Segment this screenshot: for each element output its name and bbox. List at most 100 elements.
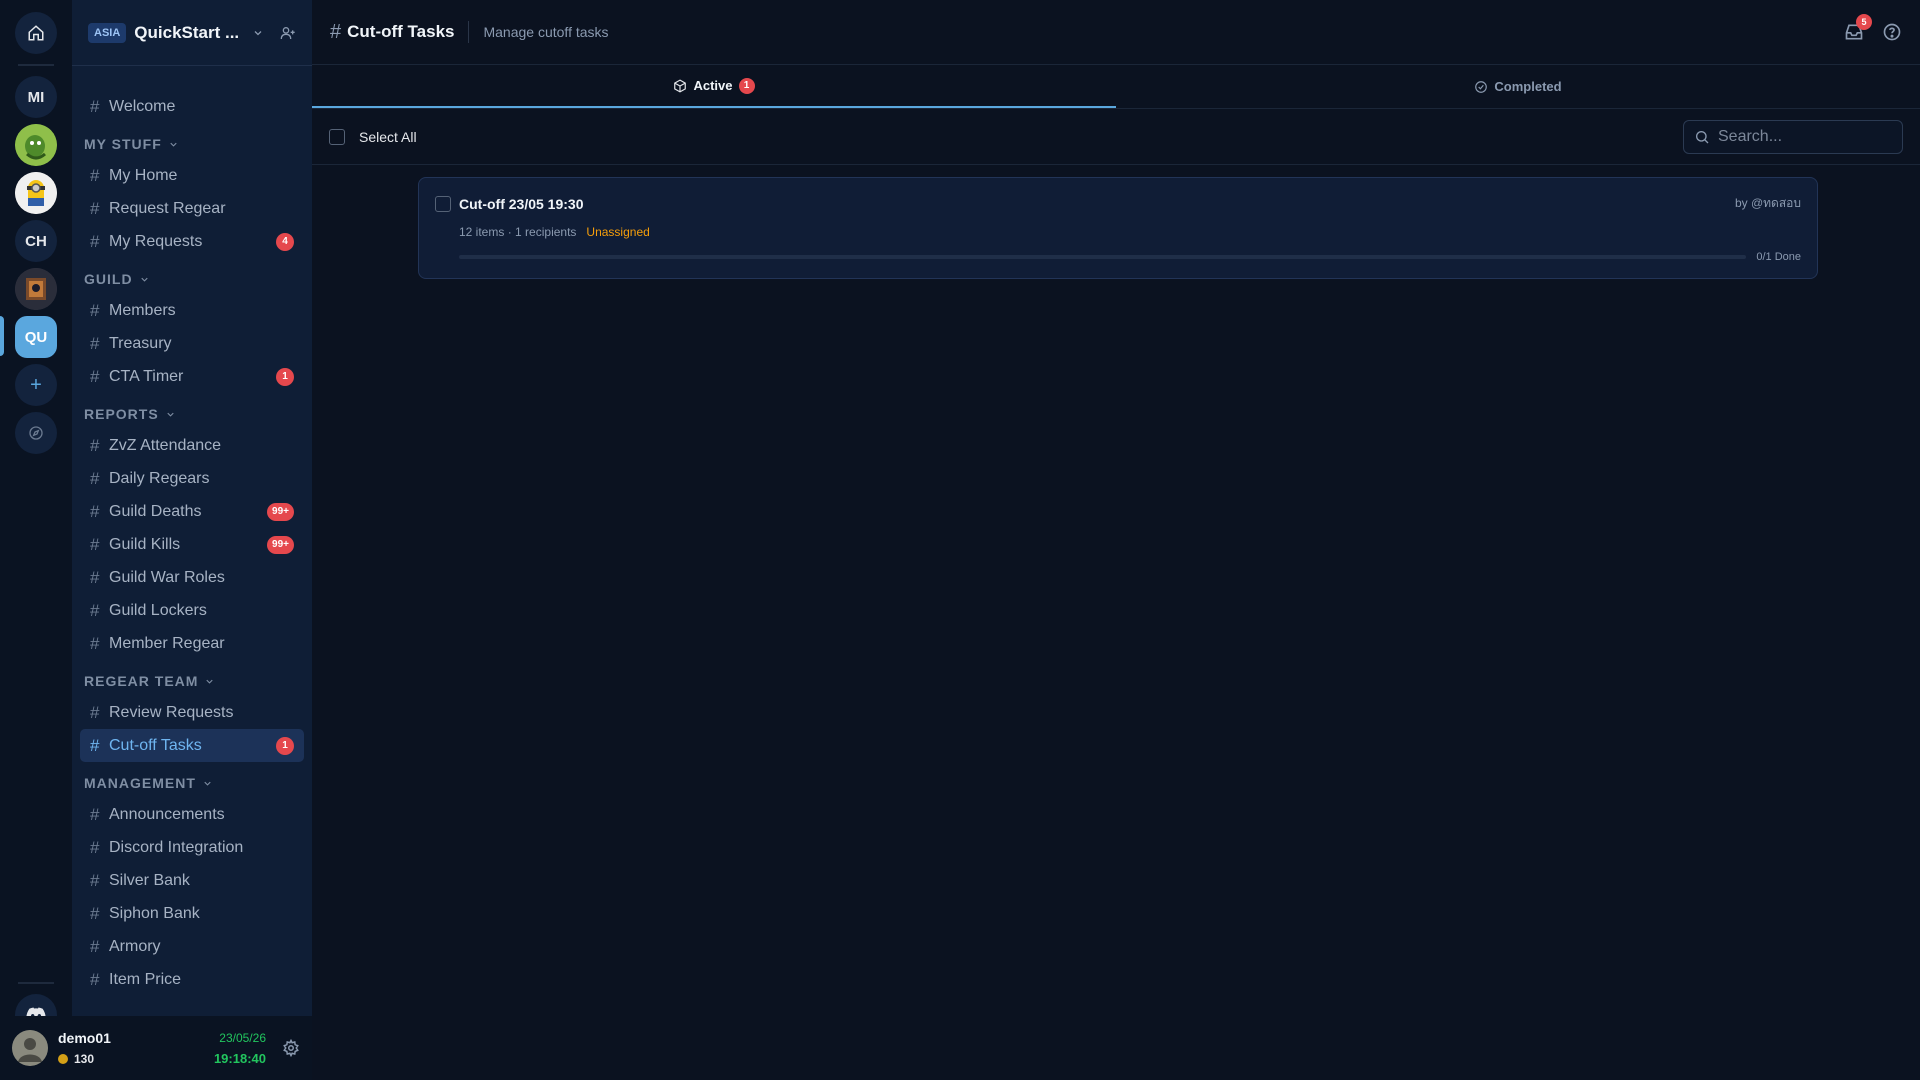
page-title: Cut-off Tasks: [347, 22, 455, 41]
channel-item[interactable]: # My Home: [80, 159, 304, 192]
select-all-label[interactable]: Select All: [359, 129, 417, 145]
channel-label: Welcome: [109, 97, 176, 115]
server-avatar-minion[interactable]: [15, 172, 57, 214]
channel-item[interactable]: # ZvZ Attendance: [80, 429, 304, 462]
hash-icon: #: [90, 633, 100, 653]
channel-welcome[interactable]: # Welcome: [80, 90, 304, 123]
clock-time: 19:18:40: [213, 1050, 266, 1066]
server-clock: 23/05/26 19:18:40: [214, 1031, 266, 1066]
guild-name: QuickStart ...: [134, 22, 240, 42]
channel-item[interactable]: # Siphon Bank: [80, 897, 304, 930]
select-all-checkbox[interactable]: [329, 128, 345, 145]
section-header[interactable]: REGEAR TEAM: [80, 666, 304, 696]
channel-label: Announcements: [109, 805, 225, 823]
chevron-down-icon[interactable]: [252, 27, 264, 39]
tab-completed-label: Completed: [1494, 79, 1562, 94]
channel-item[interactable]: # CTA Timer 1: [80, 360, 304, 393]
channel-item[interactable]: # Members: [80, 294, 304, 327]
rail-divider: [18, 64, 54, 66]
rail-active-indicator: [0, 316, 4, 356]
inbox-button[interactable]: 5: [1844, 14, 1872, 42]
channel-item[interactable]: # Guild War Roles: [80, 561, 304, 594]
section-header[interactable]: GUILD: [80, 264, 304, 294]
server-avatar-art[interactable]: [15, 268, 57, 310]
search-input[interactable]: [1718, 127, 1888, 146]
task-progress: 0/1 Done: [459, 251, 1801, 263]
section-title: REPORTS: [84, 406, 159, 422]
page-subtitle: Manage cutoff tasks: [483, 24, 609, 40]
chevron-down-icon: [202, 778, 213, 789]
hash-icon: #: [90, 231, 100, 251]
server-ch[interactable]: CH: [15, 220, 57, 262]
meta-separator: ·: [507, 225, 512, 239]
region-badge: ASIA: [88, 22, 127, 43]
explore-button[interactable]: [15, 412, 57, 454]
channel-label: Siphon Bank: [109, 904, 200, 922]
hash-icon: #: [90, 333, 100, 353]
user-avatar[interactable]: [12, 1030, 48, 1066]
help-icon[interactable]: [1882, 22, 1902, 42]
channel-item[interactable]: # Discord Integration: [80, 831, 304, 864]
hash-icon: #: [90, 567, 100, 587]
server-qu[interactable]: QU: [15, 316, 57, 358]
task-recipients: 1 recipients: [515, 225, 577, 239]
channel-item[interactable]: # Member Regear: [80, 627, 304, 660]
hash-icon: #: [90, 366, 100, 386]
channel-item[interactable]: # My Requests 4: [80, 225, 304, 258]
channel-item[interactable]: # Silver Bank: [80, 864, 304, 897]
channel-item[interactable]: # Daily Regears: [80, 462, 304, 495]
channel-item[interactable]: # Item Price: [80, 963, 304, 996]
section-title: MANAGEMENT: [84, 775, 196, 791]
channel-label: Request Regear: [109, 199, 226, 217]
task-card[interactable]: Cut-off 23/05 19:30 by @ทดสอบ 12 items ·…: [418, 177, 1818, 279]
section-title: MY STUFF: [84, 136, 162, 152]
channel-sidebar: ASIA QuickStart ... # Welcome MY STUFF # M…: [72, 0, 312, 1016]
channel-item[interactable]: # Cut-off Tasks 1: [80, 729, 304, 762]
search-box[interactable]: [1683, 119, 1903, 154]
task-title[interactable]: Cut-off 23/05 19:30: [459, 196, 583, 212]
channel-badge: 99+: [267, 502, 294, 521]
top-right-actions: 5: [1844, 14, 1902, 42]
channel-label: My Requests: [109, 232, 203, 250]
channel-item[interactable]: # Armory: [80, 930, 304, 963]
hash-icon: #: [90, 702, 100, 722]
channel-label: Member Regear: [109, 634, 225, 652]
add-server-button[interactable]: +: [15, 364, 57, 406]
channel-label: CTA Timer: [109, 367, 184, 385]
chevron-down-icon: [168, 139, 179, 150]
search-icon: [1696, 130, 1709, 143]
hash-icon: #: [90, 969, 100, 989]
server-mi[interactable]: MI: [15, 76, 57, 118]
channel-label: Guild Lockers: [109, 601, 207, 619]
user-panel: demo01 130 23/05/26 19:18:40: [0, 1016, 312, 1080]
coin-icon: [58, 1054, 68, 1064]
task-checkbox[interactable]: [435, 195, 451, 212]
channel-item[interactable]: # Request Regear: [80, 192, 304, 225]
section-header[interactable]: REPORTS: [80, 399, 304, 429]
channel-label: Item Price: [109, 970, 182, 988]
settings-icon[interactable]: [282, 1039, 300, 1057]
clock-date: 23/05/26: [219, 1030, 266, 1045]
task-author: by @ทดสอบ: [1734, 196, 1801, 210]
section-header[interactable]: MANAGEMENT: [80, 768, 304, 798]
tab-completed[interactable]: Completed: [1116, 65, 1920, 108]
section-header[interactable]: MY STUFF: [80, 129, 304, 159]
guild-header[interactable]: ASIA QuickStart ...: [72, 0, 312, 66]
user-avatar-icon: [12, 1030, 48, 1066]
hash-icon: #: [90, 837, 100, 857]
tab-active[interactable]: Active 1: [312, 65, 1116, 108]
channel-item[interactable]: # Review Requests: [80, 696, 304, 729]
channel-label: Members: [109, 301, 176, 319]
channel-item[interactable]: # Announcements: [80, 798, 304, 831]
task-items-recipients: 12 items · 1 recipients: [459, 225, 576, 239]
home-button[interactable]: [15, 12, 57, 54]
channel-label: Treasury: [109, 334, 172, 352]
title-divider: [468, 21, 470, 43]
task-meta: 12 items · 1 recipients Unassigned: [459, 225, 1801, 239]
add-member-icon[interactable]: [280, 25, 296, 41]
channel-item[interactable]: # Treasury: [80, 327, 304, 360]
channel-item[interactable]: # Guild Kills 99+: [80, 528, 304, 561]
server-avatar-goblin[interactable]: [15, 124, 57, 166]
channel-item[interactable]: # Guild Lockers: [80, 594, 304, 627]
channel-item[interactable]: # Guild Deaths 99+: [80, 495, 304, 528]
